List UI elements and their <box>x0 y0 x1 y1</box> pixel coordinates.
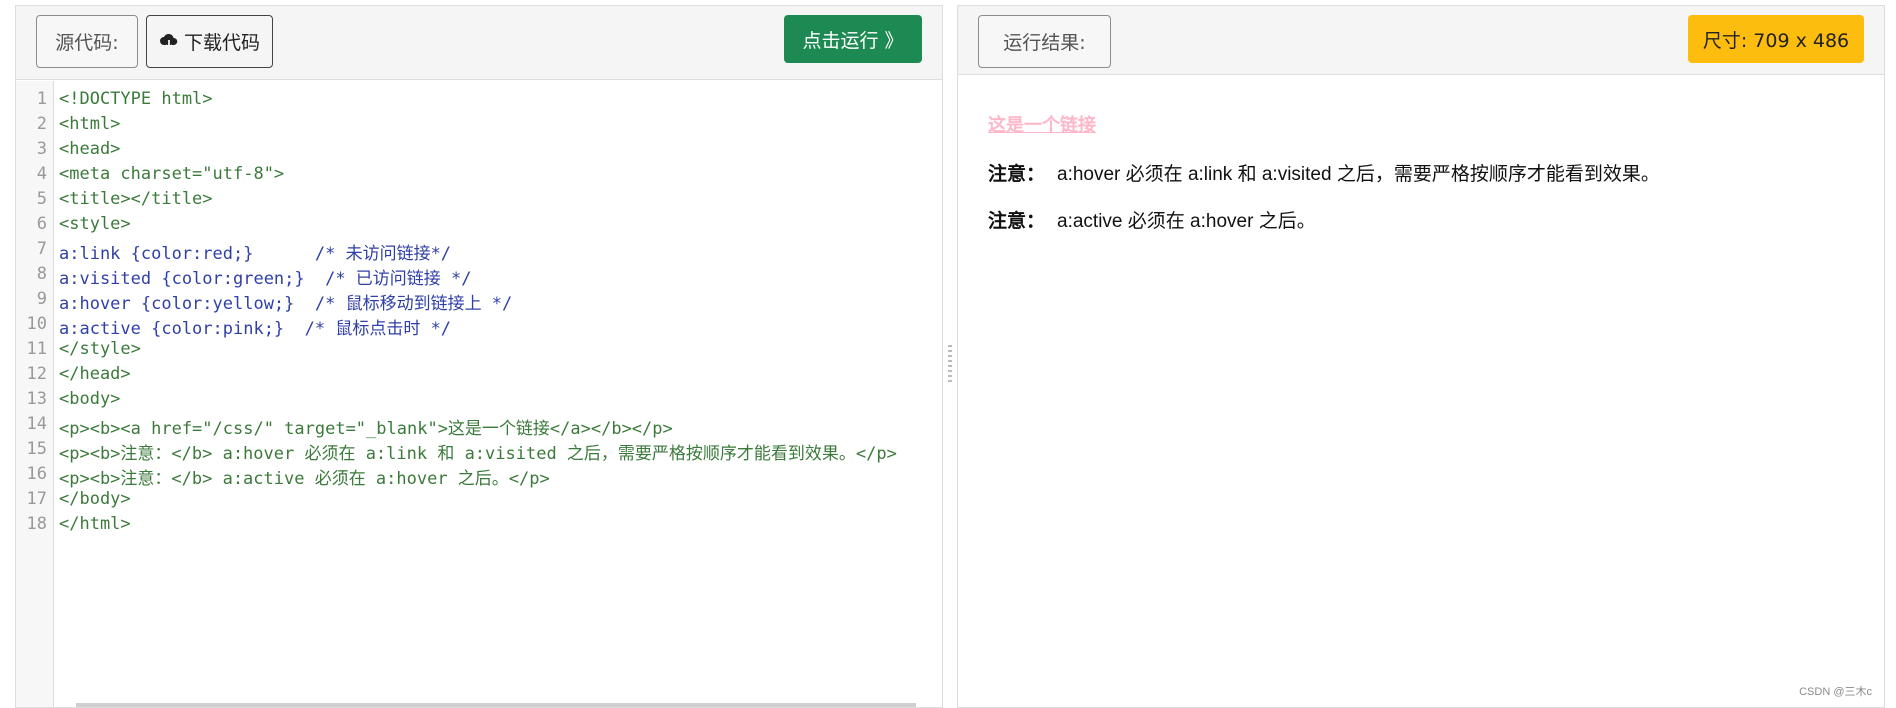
code-line: <!DOCTYPE html> <box>59 89 213 109</box>
source-code-label: 源代码: <box>55 32 119 54</box>
result-label-button[interactable]: 运行结果: <box>978 15 1111 68</box>
splitter-grip-icon[interactable] <box>948 345 952 385</box>
run-button-label: 点击运行 》 <box>802 29 904 52</box>
code-line: <p><b>注意：</b> a:hover 必须在 a:link 和 a:vis… <box>59 444 897 464</box>
code-line: a:link {color:red;} /* 未访问链接*/ <box>59 244 452 264</box>
line-number: 3 <box>36 139 47 159</box>
run-button[interactable]: 点击运行 》 <box>784 15 922 63</box>
line-number: 15 <box>26 439 47 459</box>
result-label: 运行结果: <box>1003 32 1086 54</box>
result-panel: 运行结果: 尺寸: 709 x 486 这是一个链接 注意： a:hover 必须… <box>957 5 1885 708</box>
note-paragraph-2: 注意： a:active 必须在 a:hover 之后。 <box>988 206 1864 233</box>
code-line: <title></title> <box>59 189 213 209</box>
note-text: a:hover 必须在 a:link 和 a:visited 之后，需要严格按顺… <box>1057 164 1660 185</box>
line-number: 7 <box>36 239 47 259</box>
note-label: 注意： <box>988 164 1046 185</box>
size-badge: 尺寸: 709 x 486 <box>1688 15 1864 63</box>
line-number: 10 <box>26 314 47 334</box>
code-line: </head> <box>59 364 131 384</box>
line-number: 14 <box>26 414 47 434</box>
line-number: 11 <box>26 339 47 359</box>
note-label: 注意： <box>988 211 1046 232</box>
preview-link[interactable]: 这是一个链接 <box>988 111 1096 137</box>
code-line: </style> <box>59 339 141 359</box>
line-number: 5 <box>36 189 47 209</box>
line-number: 12 <box>26 364 47 384</box>
line-number-gutter: 1 2 3 4 5 6 7 8 9 10 11 12 13 14 15 16 1… <box>16 81 54 707</box>
code-editor[interactable]: 1 2 3 4 5 6 7 8 9 10 11 12 13 14 15 16 1… <box>16 81 942 707</box>
code-line: <meta charset="utf-8"> <box>59 164 285 184</box>
note-text: a:active 必须在 a:hover 之后。 <box>1057 211 1316 232</box>
source-code-label-button[interactable]: 源代码: <box>36 15 138 68</box>
code-line: </body> <box>59 489 131 509</box>
line-number: 9 <box>36 289 47 309</box>
line-number: 8 <box>36 264 47 284</box>
line-number: 2 <box>36 114 47 134</box>
horizontal-scrollbar[interactable] <box>76 703 916 707</box>
size-label: 尺寸: 709 x 486 <box>1702 29 1850 52</box>
code-line: <html> <box>59 114 121 134</box>
code-line: a:active {color:pink;} /* 鼠标点击时 */ <box>59 319 452 339</box>
cloud-download-icon <box>159 33 178 49</box>
line-number: 6 <box>36 214 47 234</box>
code-line: a:hover {color:yellow;} /* 鼠标移动到链接上 */ <box>59 294 513 314</box>
line-number: 17 <box>26 489 47 509</box>
line-number: 4 <box>36 164 47 184</box>
code-line: <p><b><a href="/css/" target="_blank">这是… <box>59 419 673 439</box>
download-code-label: 下载代码 <box>183 32 260 54</box>
code-line: <body> <box>59 389 121 409</box>
result-preview: 这是一个链接 注意： a:hover 必须在 a:link 和 a:visited… <box>988 111 1864 253</box>
line-number: 1 <box>36 89 47 109</box>
editor-toolbar: 源代码: 下载代码 点击运行 》 <box>16 6 942 80</box>
line-number: 18 <box>26 514 47 534</box>
result-toolbar: 运行结果: 尺寸: 709 x 486 <box>958 6 1884 75</box>
code-line: a:visited {color:green;} /* 已访问链接 */ <box>59 269 472 289</box>
note-paragraph-1: 注意： a:hover 必须在 a:link 和 a:visited 之后，需要严… <box>988 159 1864 186</box>
line-number: 16 <box>26 464 47 484</box>
panel-splitter[interactable] <box>944 5 956 708</box>
download-code-button[interactable]: 下载代码 <box>146 15 273 68</box>
watermark: CSDN @三木c <box>1799 686 1872 698</box>
code-line: </html> <box>59 514 131 534</box>
code-line: <p><b>注意：</b> a:active 必须在 a:hover 之后。</… <box>59 469 550 489</box>
code-editor-panel: 源代码: 下载代码 点击运行 》 1 2 3 4 5 6 7 8 9 10 11… <box>15 5 943 708</box>
line-number: 13 <box>26 389 47 409</box>
code-line: <style> <box>59 214 131 234</box>
code-line: <head> <box>59 139 121 159</box>
